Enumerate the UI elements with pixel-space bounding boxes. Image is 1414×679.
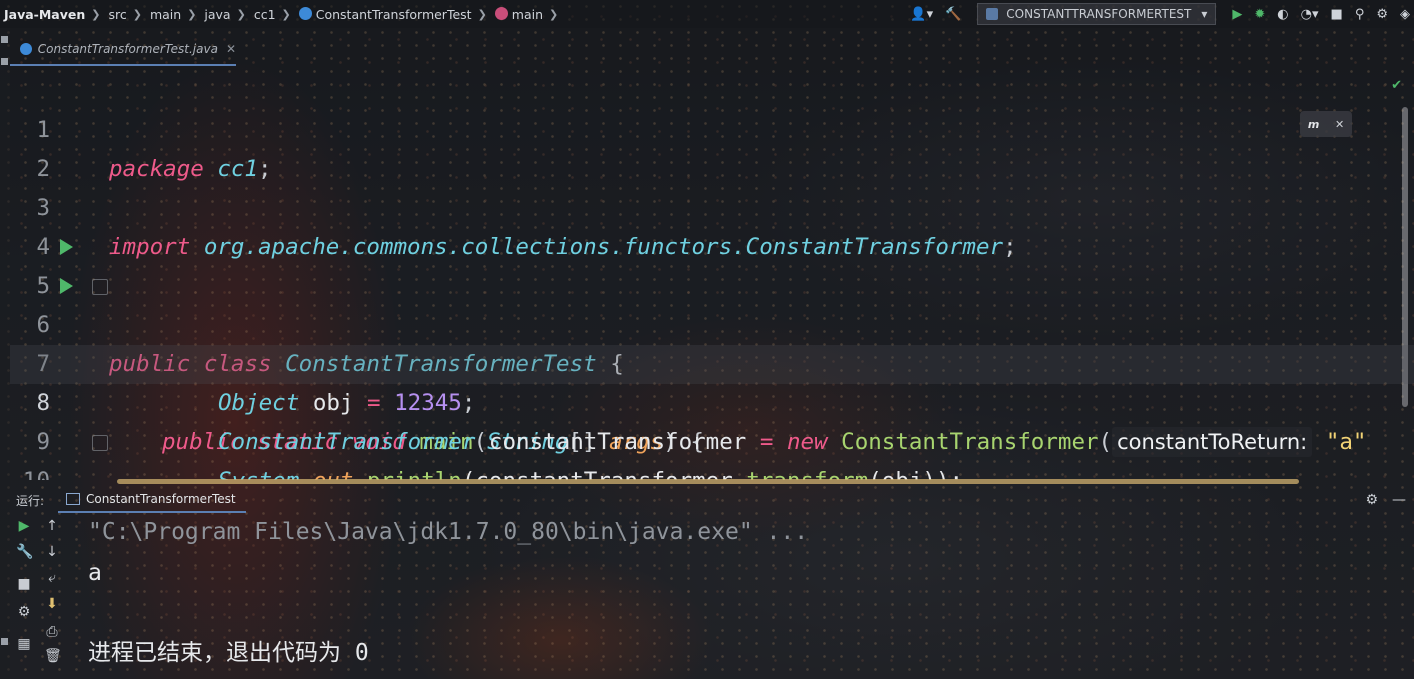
console-line: 进程已结束，退出代码为 0: [88, 640, 369, 666]
user-icon[interactable]: 👤▾: [910, 7, 933, 22]
search-icon[interactable]: ⚲: [1355, 7, 1365, 22]
code-line: 4: [10, 189, 1414, 260]
breadcrumb: Java-Maven ❯ src ❯ main ❯ java ❯ cc1 ❯ C…: [0, 6, 566, 22]
run-config-label: CONSTANTTRANSFORMERTEST: [1006, 7, 1192, 21]
stop-icon[interactable]: ■: [16, 576, 32, 592]
run-configuration-select[interactable]: CONSTANTTRANSFORMERTEST ▾: [977, 3, 1217, 25]
main-toolbar: 👤▾ 🔨 CONSTANTTRANSFORMERTEST ▾ ▶ ✹ ◐ ◔▾ …: [904, 0, 1414, 28]
chevron-right-icon: ❯: [477, 7, 487, 21]
breadcrumb-src[interactable]: src: [108, 7, 126, 22]
run-config-icon: [986, 8, 999, 20]
code-line: 6 public static void main(String[] args)…: [10, 267, 1414, 455]
stop-icon[interactable]: ■: [1331, 7, 1343, 22]
run-label: 运行:: [16, 493, 45, 508]
gear-icon[interactable]: ⚙: [1365, 492, 1378, 508]
scroll-to-end-icon[interactable]: ⬇: [44, 596, 60, 612]
run-window-actions: ⚙ —: [1351, 488, 1406, 512]
build-hammer-icon[interactable]: 🔨: [945, 7, 961, 22]
run-tool-window-header: 运行: ConstantTransformerTest ⚙ —: [10, 487, 1414, 513]
run-side-toolbar: ▶ ↑ 🔧 ↓ ⤶ ■ ⬇ ⚙ ⎙ ▦ 🗑: [10, 514, 70, 679]
editor-tab-label: ConstantTransformerTest.java: [37, 42, 218, 56]
chevron-right-icon: ❯: [187, 7, 197, 21]
fold-icon[interactable]: [92, 279, 108, 295]
console-line: "C:\Program Files\Java\jdk1.7.0_80\bin\j…: [88, 519, 809, 545]
class-file-icon: [20, 43, 32, 55]
method-icon: [494, 6, 508, 20]
run-gutter-icon[interactable]: [60, 239, 73, 255]
chevron-down-icon: ▾: [1201, 7, 1208, 21]
breadcrumb-java[interactable]: java: [204, 7, 230, 22]
console-icon: [66, 493, 81, 505]
breadcrumb-class[interactable]: ConstantTransformerTest: [316, 7, 472, 22]
code-line: 1 package cc1;: [10, 72, 1414, 182]
minimize-icon[interactable]: —: [1392, 492, 1406, 508]
code-line: 2: [10, 111, 1414, 182]
rerun-icon[interactable]: ▶: [16, 518, 32, 534]
structure-icon[interactable]: [1, 36, 8, 43]
editor-tab[interactable]: ConstantTransformerTest.java ✕: [10, 34, 236, 66]
left-tool-strip: [0, 28, 10, 679]
ide-logo-icon[interactable]: ◈: [1400, 7, 1410, 22]
class-icon: [298, 6, 312, 20]
code-line: 3 import org.apache.commons.collections.…: [10, 150, 1414, 260]
profile-icon[interactable]: ◔▾: [1301, 7, 1319, 22]
arrow-down-icon[interactable]: ↓: [44, 544, 60, 560]
breadcrumb-main[interactable]: main: [150, 7, 181, 22]
wrench-icon[interactable]: 🔧: [16, 544, 33, 560]
trash-icon[interactable]: 🗑: [44, 648, 62, 664]
code-line: 7 Object obj = 12345;: [10, 306, 1414, 416]
layout-icon[interactable]: ▦: [16, 636, 32, 652]
breadcrumb-method[interactable]: main: [512, 7, 543, 22]
chevron-right-icon: ❯: [549, 7, 559, 21]
code-line: 5 public class ConstantTransformerTest {: [10, 228, 1414, 377]
run-gutter-icon[interactable]: [60, 278, 73, 294]
close-icon[interactable]: ✕: [226, 42, 236, 56]
coverage-icon[interactable]: ◐: [1277, 7, 1288, 22]
run-icon[interactable]: ▶: [1232, 7, 1242, 22]
chevron-right-icon: ❯: [236, 7, 246, 21]
navigation-bar: Java-Maven ❯ src ❯ main ❯ java ❯ cc1 ❯ C…: [0, 0, 1414, 28]
run-tab-label: ConstantTransformerTest: [86, 492, 236, 506]
bookmarks-icon[interactable]: [1, 638, 8, 645]
print-icon[interactable]: ⎙: [44, 624, 60, 640]
console-line: a: [88, 560, 102, 586]
splitter-handle[interactable]: [117, 479, 1299, 484]
gear-icon[interactable]: ⚙: [1376, 7, 1388, 22]
console-output[interactable]: "C:\Program Files\Java\jdk1.7.0_80\bin\j…: [88, 512, 1388, 679]
code-editor[interactable]: ✔ m ✕ 1 package cc1; 2 3 import org.apac…: [10, 72, 1414, 480]
soft-wrap-icon[interactable]: ⤶: [44, 570, 60, 586]
code-line: 10 }: [10, 423, 1414, 480]
code-line-current: 8 ConstantTransformer constantTransforme…: [10, 345, 1414, 457]
code-line: 11: [10, 462, 1414, 480]
run-tab[interactable]: ConstantTransformerTest: [58, 487, 246, 513]
chevron-right-icon: ❯: [281, 7, 291, 21]
fold-icon[interactable]: [92, 435, 108, 451]
debug-icon[interactable]: ✹: [1254, 7, 1265, 22]
chevron-right-icon: ❯: [91, 7, 101, 21]
chevron-right-icon: ❯: [132, 7, 142, 21]
code-line: 9 System.out.println(constantTransformer…: [10, 384, 1414, 480]
breadcrumb-package[interactable]: cc1: [254, 7, 276, 22]
arrow-up-icon[interactable]: ↑: [44, 518, 60, 534]
breadcrumb-project[interactable]: Java-Maven: [4, 7, 85, 22]
project-icon[interactable]: [1, 58, 8, 65]
settings-icon[interactable]: ⚙: [16, 604, 32, 620]
